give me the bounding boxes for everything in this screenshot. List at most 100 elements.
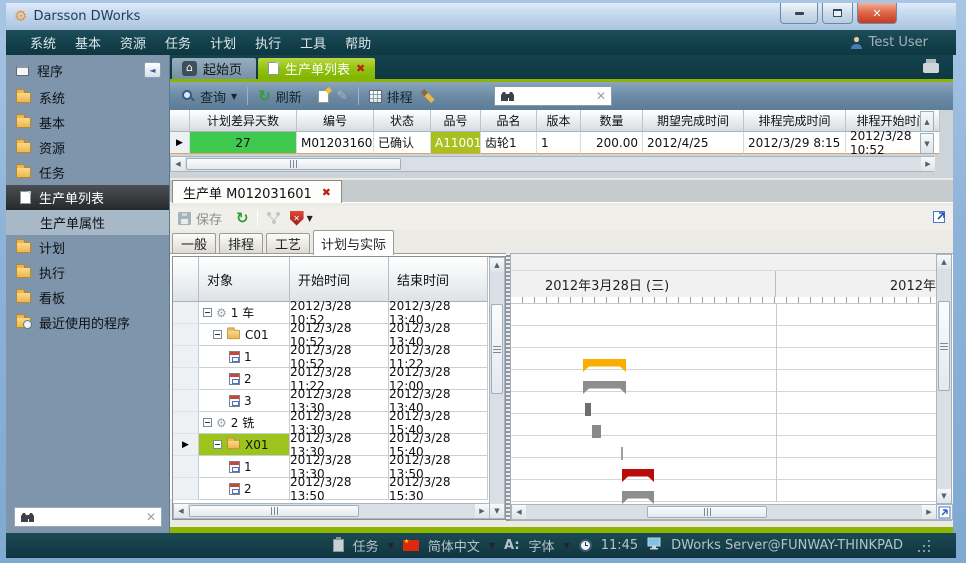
gantt-vscrollbar[interactable]: ▲ ▼ <box>936 254 952 504</box>
scroll-up-button[interactable]: ▲ <box>937 255 951 269</box>
scroll-thumb[interactable] <box>189 505 359 517</box>
column-header[interactable]: 版本 <box>537 110 581 132</box>
collapse-node-icon[interactable] <box>203 418 212 427</box>
grid-hscrollbar[interactable]: ◀ ▶ <box>170 156 934 172</box>
refresh-button[interactable]: ↻ 刷新 <box>254 87 306 106</box>
sidebar-item-system[interactable]: 系统 <box>6 85 169 110</box>
gantt-hscrollbar[interactable]: ◀ ▶ <box>511 504 936 520</box>
tree-hscrollbar[interactable]: ◀ ▶ <box>173 503 489 519</box>
gantt-bar-x01[interactable] <box>622 491 654 504</box>
filter-search-input[interactable] <box>520 89 591 103</box>
gantt-bar-1-che[interactable] <box>583 359 626 372</box>
scroll-right-button[interactable]: ▶ <box>921 157 935 171</box>
grid-scroll-down-button[interactable]: ▼ <box>920 133 934 154</box>
scroll-thumb[interactable] <box>186 158 401 170</box>
clean-button[interactable] <box>417 89 439 103</box>
maximize-button[interactable] <box>822 3 853 24</box>
menu-plan[interactable]: 计划 <box>210 33 236 52</box>
tree-column-end[interactable]: 结束时间 <box>389 257 488 302</box>
open-in-window-icon[interactable] <box>932 208 949 225</box>
collapse-node-icon[interactable] <box>213 330 222 339</box>
sidebar-search-input[interactable] <box>40 510 141 524</box>
schedule-button[interactable]: 排程 <box>365 87 417 106</box>
tree-row-x01-op2[interactable]: 2 2012/3/28 13:50 2012/3/28 15:30 <box>173 478 489 500</box>
status-language[interactable]: 简体中文 <box>428 536 480 555</box>
close-document-icon[interactable]: ✖ <box>322 187 331 198</box>
gantt-bar-2-xi[interactable] <box>622 469 654 482</box>
printer-icon[interactable] <box>923 63 939 73</box>
sidebar-collapse-button[interactable]: ◄ <box>144 62 161 78</box>
scroll-left-button[interactable]: ◀ <box>512 505 526 519</box>
gantt-bar-c01[interactable] <box>583 381 626 394</box>
gantt-bar-c01-op2[interactable] <box>592 425 601 438</box>
shield-icon[interactable]: ✕ <box>290 211 304 226</box>
document-tab[interactable]: 生产单 M012031601 ✖ <box>172 180 342 203</box>
save-button[interactable]: 保存 <box>196 209 222 228</box>
table-row[interactable]: ▶ 27 M012031601 已确认 A11001 齿轮1 1 200.00 … <box>170 132 940 154</box>
sidebar-item-plan[interactable]: 计划 <box>6 235 169 260</box>
sidebar-item-kanban[interactable]: 看板 <box>6 285 169 310</box>
resize-grip[interactable] <box>918 540 930 552</box>
tab-home[interactable]: ⌂ 起始页 <box>172 58 256 79</box>
close-button[interactable]: ✕ <box>857 3 897 24</box>
expand-gantt-button[interactable] <box>936 504 953 520</box>
tab-production-order-list[interactable]: 生产单列表 ✖ <box>258 58 375 79</box>
menu-execute[interactable]: 执行 <box>255 33 281 52</box>
status-font[interactable]: 字体 <box>529 536 555 555</box>
sidebar-item-task[interactable]: 任务 <box>6 160 169 185</box>
tree-column-start[interactable]: 开始时间 <box>290 257 389 302</box>
user-indicator[interactable]: Test User <box>850 30 928 55</box>
status-task[interactable]: 任务 <box>353 536 379 555</box>
sidebar-item-basic[interactable]: 基本 <box>6 110 169 135</box>
grid-scroll-up-button[interactable]: ▲ <box>920 111 934 132</box>
scroll-thumb[interactable] <box>491 304 503 394</box>
column-header[interactable]: 品号 <box>431 110 481 132</box>
collapse-node-icon[interactable] <box>213 440 222 449</box>
menu-help[interactable]: 帮助 <box>345 33 371 52</box>
sidebar-item-production-order-props[interactable]: 生产单属性 <box>6 210 169 235</box>
menu-resource[interactable]: 资源 <box>120 33 146 52</box>
close-tab-icon[interactable]: ✖ <box>356 63 365 74</box>
chevron-down-icon[interactable]: ▼ <box>564 541 570 550</box>
chevron-down-icon[interactable]: ▼ <box>307 214 313 223</box>
tab-plan-vs-actual[interactable]: 计划与实际 <box>313 230 394 255</box>
scroll-left-button[interactable]: ◀ <box>174 504 188 518</box>
collapse-node-icon[interactable] <box>203 308 212 317</box>
clear-filter-icon[interactable]: ✕ <box>596 90 606 102</box>
sidebar-item-production-order-list[interactable]: 生产单列表 <box>6 185 169 210</box>
tab-schedule[interactable]: 排程 <box>219 233 263 254</box>
filter-search-box[interactable]: ✕ <box>494 86 612 106</box>
edit-button[interactable]: ✎ <box>333 90 352 103</box>
tree-column-object[interactable]: 对象 <box>199 257 290 302</box>
gantt-plot-area[interactable] <box>511 304 936 502</box>
menu-basic[interactable]: 基本 <box>75 33 101 52</box>
chevron-down-icon[interactable]: ▼ <box>231 92 237 101</box>
column-header[interactable]: 编号 <box>297 110 374 132</box>
orgchart-icon[interactable] <box>266 211 282 225</box>
scroll-thumb[interactable] <box>938 301 950 391</box>
query-button[interactable]: 查询 ▼ <box>178 87 241 106</box>
column-header[interactable]: 状态 <box>374 110 431 132</box>
column-header[interactable]: 期望完成时间 <box>643 110 744 132</box>
menu-tools[interactable]: 工具 <box>300 33 326 52</box>
minimize-button[interactable] <box>780 3 818 24</box>
scroll-thumb[interactable] <box>647 506 767 518</box>
gantt-bar-c01-op1[interactable] <box>585 403 591 416</box>
column-header[interactable]: 排程完成时间 <box>744 110 846 132</box>
sidebar-search-box[interactable]: ✕ <box>14 507 162 527</box>
tree-vscrollbar[interactable]: ▲ ▼ <box>489 257 505 519</box>
scroll-up-button[interactable]: ▲ <box>490 258 504 272</box>
sidebar-item-recent[interactable]: 最近使用的程序 <box>6 310 169 335</box>
scroll-right-button[interactable]: ▶ <box>475 504 489 518</box>
scroll-down-button[interactable]: ▼ <box>937 489 951 503</box>
menu-task[interactable]: 任务 <box>165 33 191 52</box>
column-header[interactable]: 计划差异天数 <box>190 110 297 132</box>
scroll-down-button[interactable]: ▼ <box>490 504 504 518</box>
refresh-icon[interactable]: ↻ <box>236 211 249 226</box>
menu-system[interactable]: 系统 <box>30 33 56 52</box>
sidebar-item-execute[interactable]: 执行 <box>6 260 169 285</box>
scroll-left-button[interactable]: ◀ <box>171 157 185 171</box>
sidebar-item-resource[interactable]: 资源 <box>6 135 169 160</box>
scroll-right-button[interactable]: ▶ <box>922 505 936 519</box>
gantt-bar-c01-op3[interactable] <box>621 447 623 460</box>
